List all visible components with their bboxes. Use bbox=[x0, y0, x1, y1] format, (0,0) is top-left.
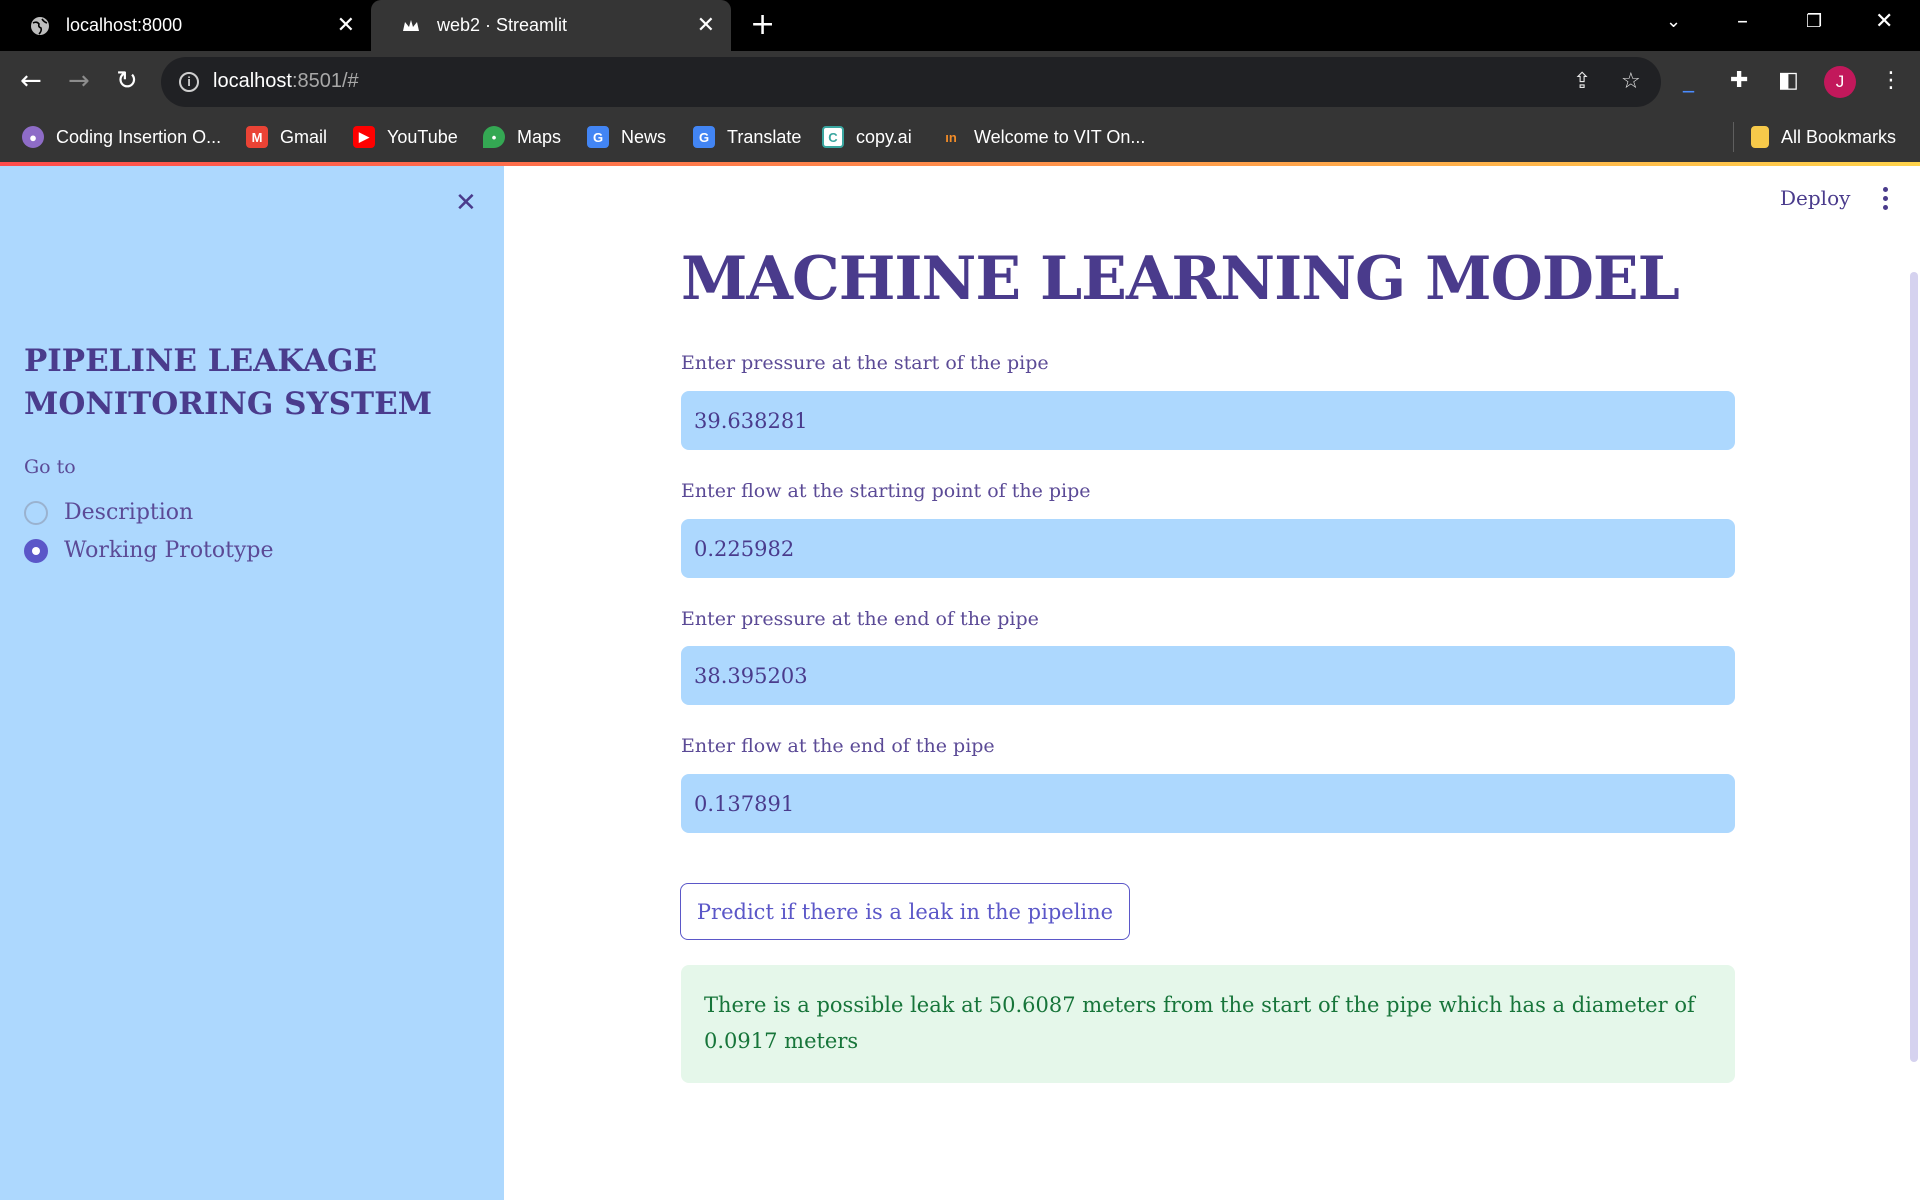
address-bar[interactable]: i localhost:8501/# ⇪ ☆ bbox=[161, 57, 1661, 107]
profile-avatar[interactable]: J bbox=[1824, 66, 1856, 98]
scrollbar[interactable] bbox=[1910, 272, 1918, 1062]
maps-pin-icon: • bbox=[483, 126, 505, 148]
gmail-icon: M bbox=[246, 126, 268, 148]
success-alert: There is a possible leak at 50.6087 mete… bbox=[681, 965, 1735, 1083]
radio-option-label: Working Prototype bbox=[64, 538, 274, 563]
address-url[interactable]: localhost:8501/# bbox=[213, 70, 359, 93]
profile-avatar-icon: ● bbox=[22, 126, 44, 148]
radio-option-description[interactable]: Description bbox=[24, 500, 193, 525]
bookmark-label: News bbox=[621, 126, 667, 147]
radio-checked-icon[interactable] bbox=[24, 538, 48, 563]
pressure-end-input[interactable] bbox=[681, 646, 1735, 705]
flow-end-input[interactable] bbox=[681, 774, 1735, 833]
forward-arrow-icon[interactable]: → bbox=[68, 64, 90, 98]
bookmark-label: Maps bbox=[517, 126, 562, 147]
bookmark-news[interactable]: G News bbox=[587, 124, 666, 150]
bookmark-copyai[interactable]: C copy.ai bbox=[822, 124, 912, 150]
radio-unchecked-icon[interactable] bbox=[24, 500, 48, 525]
streamlit-crown-icon bbox=[403, 20, 419, 31]
globe-icon bbox=[31, 17, 49, 35]
folder-icon bbox=[1751, 126, 1769, 148]
tab-search-chevron-icon[interactable]: ⌄ bbox=[1666, 8, 1681, 36]
share-icon[interactable]: ⇪ bbox=[1573, 69, 1591, 95]
address-host: localhost bbox=[213, 70, 292, 92]
new-tab-button[interactable]: + bbox=[750, 9, 775, 41]
tab-title: web2 · Streamlit bbox=[437, 15, 568, 35]
field-label: Enter pressure at the start of the pipe bbox=[681, 352, 1049, 374]
extensions-puzzle-icon[interactable]: ✚ bbox=[1730, 66, 1748, 96]
sidebar: ✕ PIPELINE LEAKAGE MONITORING SYSTEM Go … bbox=[0, 166, 504, 1200]
bookmark-vit[interactable]: ın Welcome to VIT On... bbox=[940, 124, 1145, 150]
bookmark-maps[interactable]: • Maps bbox=[483, 124, 561, 150]
bookmark-label: Gmail bbox=[280, 126, 328, 147]
address-path: :8501/# bbox=[291, 70, 359, 92]
radio-group-label: Go to bbox=[24, 456, 76, 478]
youtube-icon: ▶ bbox=[353, 126, 375, 148]
reload-icon[interactable]: ↻ bbox=[116, 64, 138, 98]
main-content: Deploy MACHINE LEARNING MODEL Enter pres… bbox=[504, 166, 1920, 1200]
vit-icon: ın bbox=[945, 129, 957, 145]
download-progress-icon[interactable]: _ bbox=[1683, 66, 1694, 96]
tab-localhost-8000[interactable]: localhost:8000 ✕ bbox=[0, 0, 371, 51]
flow-start-input[interactable] bbox=[681, 519, 1735, 578]
browser-toolbar: ← → ↻ i localhost:8501/# ⇪ ☆ _ ✚ ◧ J ⋮ bbox=[0, 51, 1920, 113]
bookmarks-divider bbox=[1733, 122, 1734, 152]
field-label: Enter flow at the starting point of the … bbox=[681, 480, 1091, 502]
bookmark-label: Translate bbox=[727, 126, 802, 147]
tab-title: localhost:8000 bbox=[66, 15, 183, 35]
pressure-start-input[interactable] bbox=[681, 391, 1735, 450]
google-news-icon: G bbox=[587, 126, 609, 148]
google-translate-icon: G bbox=[693, 126, 715, 148]
tab-close-icon[interactable]: ✕ bbox=[337, 13, 355, 37]
field-label: Enter pressure at the end of the pipe bbox=[681, 608, 1039, 630]
radio-option-label: Description bbox=[64, 500, 194, 525]
bookmark-coding-insertion[interactable]: ● Coding Insertion O... bbox=[22, 124, 221, 150]
main-menu-kebab-icon[interactable] bbox=[1883, 187, 1889, 211]
sidebar-title: PIPELINE LEAKAGE MONITORING SYSTEM bbox=[24, 343, 433, 422]
all-bookmarks-folder[interactable]: All Bookmarks bbox=[1751, 124, 1896, 150]
bookmark-label: YouTube bbox=[387, 126, 458, 147]
side-panel-icon[interactable]: ◧ bbox=[1778, 66, 1799, 96]
bookmark-gmail[interactable]: M Gmail bbox=[246, 124, 327, 150]
tab-web2-streamlit[interactable]: web2 · Streamlit ✕ bbox=[371, 0, 731, 51]
copyai-icon: C bbox=[822, 126, 844, 148]
bookmark-translate[interactable]: G Translate bbox=[693, 124, 801, 150]
window-close-icon[interactable]: ✕ bbox=[1875, 8, 1893, 36]
bookmark-youtube[interactable]: ▶ YouTube bbox=[353, 124, 458, 150]
minimize-icon[interactable]: – bbox=[1737, 8, 1748, 36]
browser-tabstrip: localhost:8000 ✕ web2 · Streamlit ✕ + ⌄ … bbox=[0, 0, 1920, 51]
site-info-icon[interactable]: i bbox=[179, 72, 199, 92]
restore-icon[interactable]: ❐ bbox=[1806, 8, 1822, 36]
bookmark-label: Welcome to VIT On... bbox=[974, 126, 1146, 147]
deploy-button[interactable]: Deploy bbox=[1780, 186, 1850, 210]
predict-leak-button[interactable]: Predict if there is a leak in the pipeli… bbox=[680, 883, 1130, 940]
back-arrow-icon[interactable]: ← bbox=[20, 64, 42, 98]
page-title: MACHINE LEARNING MODEL bbox=[681, 244, 1680, 314]
bookmarks-bar: ● Coding Insertion O... M Gmail ▶ YouTub… bbox=[0, 113, 1920, 162]
sidebar-close-icon[interactable]: ✕ bbox=[455, 188, 477, 218]
bookmark-label: copy.ai bbox=[856, 126, 912, 147]
field-label: Enter flow at the end of the pipe bbox=[681, 735, 995, 757]
bookmark-label: Coding Insertion O... bbox=[56, 126, 222, 147]
tab-close-icon[interactable]: ✕ bbox=[697, 13, 715, 37]
all-bookmarks-label: All Bookmarks bbox=[1781, 126, 1897, 147]
bookmark-star-icon[interactable]: ☆ bbox=[1621, 69, 1641, 95]
radio-option-working-prototype[interactable]: Working Prototype bbox=[24, 538, 274, 563]
browser-menu-icon[interactable]: ⋮ bbox=[1880, 66, 1902, 96]
